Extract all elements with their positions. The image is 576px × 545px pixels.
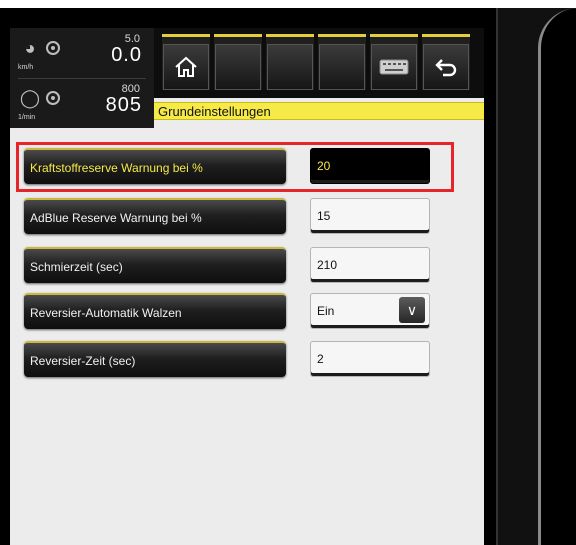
- adblue-reserve-input[interactable]: 15: [310, 198, 430, 234]
- setting-row-adblue-reserve: AdBlue Reserve Warnung bei % 15: [24, 198, 464, 238]
- setting-row-reversing-time: Reversier-Zeit (sec) 2: [24, 341, 464, 381]
- setting-row-reversing-auto: Reversier-Automatik Walzen Ein ∨: [24, 293, 464, 333]
- back-icon: [435, 59, 457, 77]
- empty-tab-button[interactable]: [267, 44, 313, 90]
- indicator-icon: [46, 91, 60, 105]
- home-button[interactable]: [163, 44, 209, 90]
- speed-value: 0.0: [111, 44, 142, 66]
- reversing-time-input[interactable]: 2: [310, 341, 430, 377]
- keyboard-button[interactable]: [371, 44, 417, 90]
- display-screen: ◕ km/h 5.0 0.0 ◯ 1/min 800 805 Grundeins…: [10, 28, 484, 545]
- speed-gauge: ◕ km/h 5.0 0.0: [10, 28, 154, 78]
- back-button[interactable]: [423, 44, 469, 90]
- engine-icon: ◯: [19, 88, 41, 108]
- speedometer-icon: ◕: [24, 38, 36, 58]
- reversing-auto-value: Ein: [317, 304, 335, 318]
- bezel-curve: [538, 8, 576, 545]
- rpm-unit: 1/min: [18, 114, 36, 121]
- reversing-auto-select[interactable]: Ein ∨: [310, 293, 430, 329]
- setting-row-lubrication-time: Schmierzeit (sec) 210: [24, 247, 464, 287]
- chevron-down-icon[interactable]: ∨: [399, 297, 425, 323]
- fuel-reserve-label-button[interactable]: Kraftstoffreserve Warnung bei %: [24, 148, 286, 184]
- fuel-reserve-input[interactable]: 20: [310, 148, 430, 184]
- keyboard-icon: [379, 59, 409, 75]
- speed-unit: km/h: [18, 64, 34, 71]
- empty-tab-button[interactable]: [319, 44, 365, 90]
- setting-row-fuel-reserve: Kraftstoffreserve Warnung bei % 20: [16, 142, 464, 192]
- toolbar: [154, 28, 484, 98]
- rpm-value: 805: [105, 94, 142, 116]
- rpm-gauge: ◯ 1/min 800 805: [10, 78, 154, 128]
- indicator-icon: [46, 41, 60, 55]
- home-icon: [175, 56, 197, 77]
- adblue-reserve-label-button[interactable]: AdBlue Reserve Warnung bei %: [24, 198, 286, 234]
- page-title: Grundeinstellungen: [154, 102, 484, 120]
- lubrication-time-input[interactable]: 210: [310, 247, 430, 283]
- reversing-auto-label-button[interactable]: Reversier-Automatik Walzen: [24, 293, 286, 329]
- reversing-time-label-button[interactable]: Reversier-Zeit (sec): [24, 341, 286, 377]
- lubrication-time-label-button[interactable]: Schmierzeit (sec): [24, 247, 286, 283]
- empty-tab-button[interactable]: [215, 44, 261, 90]
- gauge-panel: ◕ km/h 5.0 0.0 ◯ 1/min 800 805: [10, 28, 154, 128]
- settings-panel: Kraftstoffreserve Warnung bei % 20 AdBlu…: [10, 128, 484, 545]
